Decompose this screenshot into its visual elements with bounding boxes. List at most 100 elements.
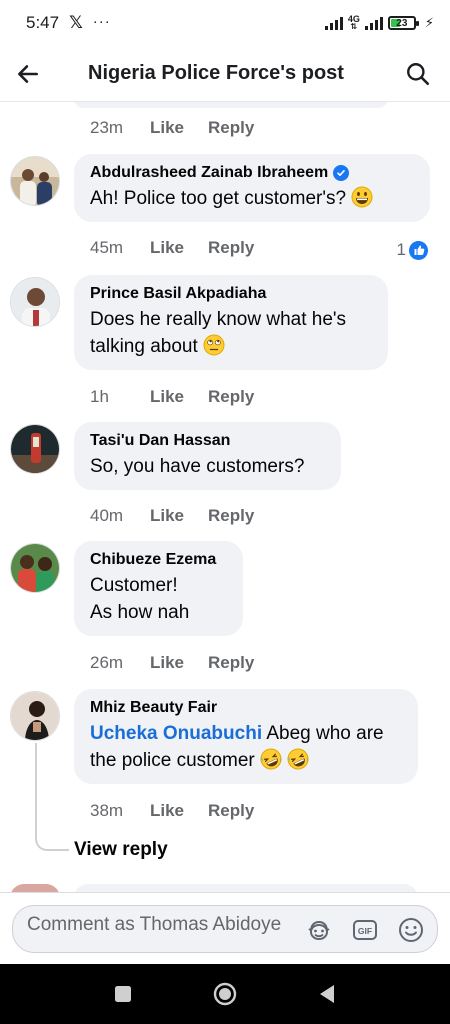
home-button[interactable] [205, 974, 245, 1014]
comment-time: 23m [90, 118, 124, 137]
reply-button[interactable]: Reply [208, 118, 254, 138]
system-back-button[interactable] [307, 974, 347, 1014]
system-nav-bar [0, 964, 450, 1024]
comment-bubble[interactable]: Abdulrasheed Zainab Ibraheem Ah! Police … [74, 154, 430, 222]
reply-button[interactable]: Reply [208, 801, 254, 821]
avatar-image [11, 692, 59, 740]
comment-text: Does he really know what he's talking ab… [90, 309, 347, 357]
avatar[interactable] [10, 691, 60, 741]
avatar-image [11, 425, 59, 473]
avatar-image [11, 278, 59, 326]
comment-actions: 40m Like Reply [90, 506, 254, 526]
comment-bubble[interactable]: Prince Basil Akpadiaha Does he really kn… [74, 275, 388, 370]
reply-button[interactable]: Reply [208, 653, 254, 673]
comment-bubble[interactable]: Chibueze Ezema Customer! As how nah [74, 541, 243, 636]
reply-button[interactable]: Reply [208, 238, 254, 258]
like-button[interactable]: Like [150, 506, 184, 526]
x-app-icon: 𝕏 [69, 13, 83, 32]
avatar[interactable] [10, 156, 60, 206]
gif-button[interactable]: GIF [349, 914, 381, 946]
emoji-icon [399, 918, 423, 942]
screen: 5:47 𝕏 ··· 4G ⇅ 23 ⚡ Nigeria Police Forc… [0, 0, 450, 1024]
comment-author[interactable]: Mhiz Beauty Fair [90, 698, 402, 718]
comment-actions: 38m Like Reply [90, 801, 254, 821]
comment-input-placeholder[interactable]: Comment as Thomas Abidoye [27, 912, 297, 937]
composer-actions: GIF [303, 914, 427, 946]
comment-actions: 1h Like Reply [90, 387, 254, 407]
avatar[interactable] [10, 543, 60, 593]
comment-composer-bar: Comment as Thomas Abidoye GIF [0, 892, 450, 964]
arrow-left-icon [18, 64, 38, 83]
gif-icon: GIF [353, 920, 377, 940]
charging-icon: ⚡ [424, 15, 434, 30]
comment-actions: 45m Like Reply [90, 238, 254, 258]
more-notifications-icon: ··· [92, 12, 111, 30]
reply-button[interactable]: Reply [208, 387, 254, 407]
comment-time: 38m [90, 801, 124, 820]
home-circle-icon [213, 982, 237, 1006]
comment-time: 26m [90, 653, 124, 672]
comment-time: 45m [90, 238, 124, 257]
search-icon [407, 63, 430, 86]
like-button[interactable]: Like [150, 238, 184, 258]
thread-connector [35, 837, 69, 851]
comment-input[interactable]: Comment as Thomas Abidoye GIF [12, 905, 438, 953]
avatar-sticker-icon [308, 920, 330, 940]
avatar[interactable] [10, 424, 60, 474]
rolling-on-floor-laughing-emoji-icon [260, 748, 282, 770]
like-button[interactable]: Like [150, 387, 184, 407]
page-title: Nigeria Police Force's post [88, 62, 344, 84]
next-comment-avatar[interactable] [10, 884, 60, 892]
verified-badge-icon [333, 165, 350, 181]
previous-comment-bubble[interactable] [74, 102, 388, 108]
rolling-on-floor-laughing-emoji-icon [287, 748, 309, 770]
signal-icon-2 [364, 16, 383, 30]
network-type: 4G ⇅ [347, 14, 360, 31]
like-button[interactable]: Like [150, 653, 184, 673]
battery-level: 23 [396, 17, 408, 29]
mention-link[interactable]: Ucheka Onuabuchi [90, 723, 262, 744]
comment-text: Ucheka Onuabuchi Abeg who are the police… [90, 723, 384, 771]
thread-line [35, 743, 37, 839]
status-time: 5:47 [26, 13, 60, 32]
reaction-count[interactable]: 1 [397, 240, 428, 260]
comment-actions: 26m Like Reply [90, 653, 254, 673]
like-button[interactable]: Like [150, 801, 184, 821]
back-triangle-icon [320, 985, 334, 1003]
battery-icon: 23 [387, 16, 419, 30]
back-button[interactable] [0, 46, 56, 102]
previous-comment-actions: 23m Like Reply [90, 118, 254, 138]
comment-author[interactable]: Prince Basil Akpadiaha [90, 284, 372, 304]
avatar-sticker-button[interactable] [303, 914, 335, 946]
status-left: 5:47 𝕏 ··· [26, 13, 111, 33]
reply-button[interactable]: Reply [208, 506, 254, 526]
grinning-face-emoji-icon [351, 186, 373, 208]
comment-author[interactable]: Tasi'u Dan Hassan [90, 431, 325, 451]
avatar-image [11, 157, 59, 205]
comment-time: 40m [90, 506, 124, 525]
face-with-rolling-eyes-emoji-icon [203, 334, 225, 356]
avatar-image [11, 544, 59, 592]
comment-text: Ah! Police too get customer's? [90, 185, 414, 212]
comment-bubble[interactable]: Mhiz Beauty Fair Ucheka Onuabuchi Abeg w… [74, 689, 418, 784]
like-reaction-icon [409, 240, 428, 260]
like-button[interactable]: Like [150, 118, 184, 138]
comment-author[interactable]: Chibueze Ezema [90, 550, 227, 570]
comment-text: Customer! As how nah [90, 575, 190, 623]
status-bar: 5:47 𝕏 ··· 4G ⇅ 23 ⚡ [0, 0, 450, 46]
comment-bubble[interactable]: Tasi'u Dan Hassan So, you have customers… [74, 422, 341, 490]
status-right: 4G ⇅ 23 ⚡ [324, 14, 434, 31]
recents-button[interactable] [103, 974, 143, 1014]
avatar[interactable] [10, 277, 60, 327]
next-comment-bubble[interactable] [74, 884, 418, 892]
comment-feed[interactable]: 23m Like Reply Abdulrasheed Zainab Ibrah… [0, 102, 450, 892]
view-reply-link[interactable]: View reply [74, 839, 168, 861]
emoji-button[interactable] [395, 914, 427, 946]
comment-author[interactable]: Abdulrasheed Zainab Ibraheem [90, 163, 414, 183]
comment-time: 1h [90, 387, 109, 406]
recents-square-icon [115, 986, 131, 1002]
svg-text:GIF: GIF [358, 926, 372, 936]
search-button[interactable] [396, 52, 440, 96]
app-header: Nigeria Police Force's post [0, 46, 450, 102]
signal-icon [324, 16, 343, 30]
